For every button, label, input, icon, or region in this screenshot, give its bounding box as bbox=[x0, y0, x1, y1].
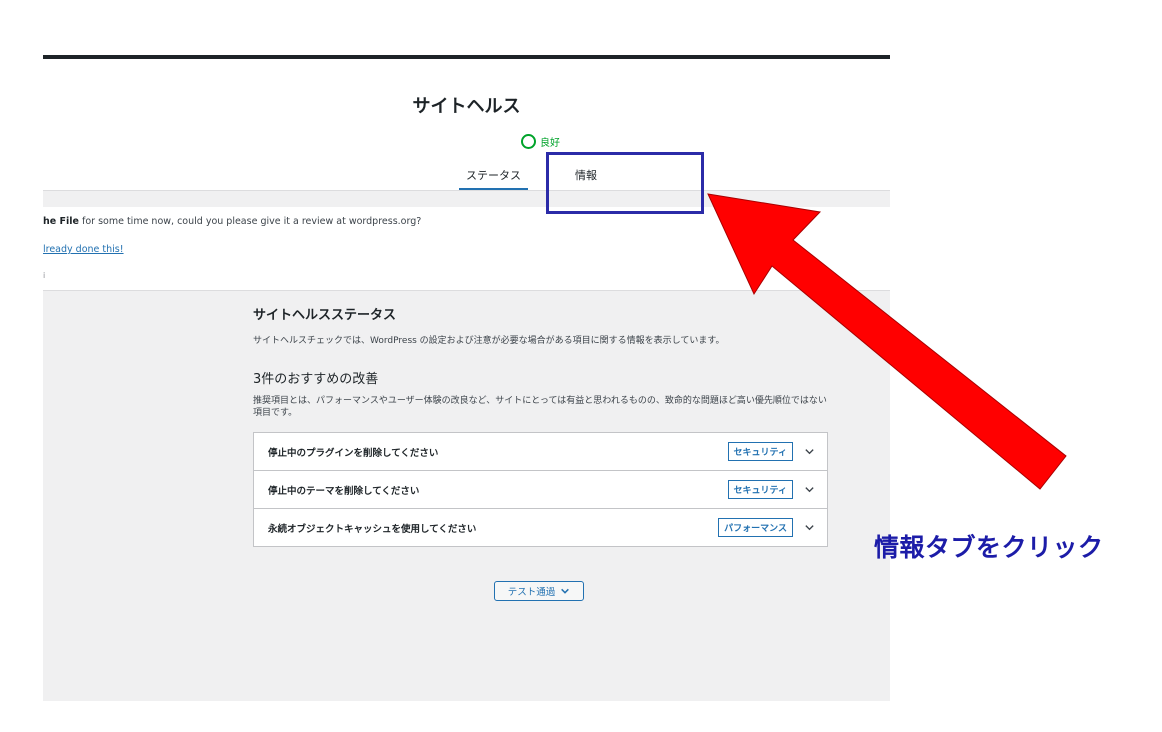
review-notice-message: for some time now, could you please give… bbox=[78, 216, 422, 227]
recommendation-badge: セキュリティ bbox=[727, 442, 793, 461]
recommendation-badge: セキュリティ bbox=[727, 480, 793, 499]
recommendation-label: 停止中のテーマを削除してください bbox=[268, 485, 420, 497]
notice-fragment: i bbox=[43, 271, 46, 280]
recommendation-item[interactable]: 永続オブジェクトキャッシュを使用してください パフォーマンス bbox=[254, 509, 827, 546]
info-tab-highlight-box bbox=[546, 152, 704, 214]
tab-status[interactable]: ステータス bbox=[459, 167, 528, 191]
recommendation-badge: パフォーマンス bbox=[718, 518, 793, 537]
health-status-label: 良好 bbox=[540, 138, 560, 149]
site-health-content: サイトヘルスステータス サイトヘルスチェックでは、WordPress の設定およ… bbox=[43, 290, 890, 701]
review-notice-text: he File for some time now, could you ple… bbox=[43, 216, 421, 227]
good-status-icon bbox=[521, 134, 536, 149]
status-section-title: サイトヘルスステータス bbox=[253, 308, 397, 323]
recommendation-label: 停止中のプラグインを削除してください bbox=[268, 447, 439, 459]
notice-separator bbox=[43, 190, 890, 207]
chevron-down-icon[interactable] bbox=[804, 484, 815, 495]
plugin-name: he File bbox=[43, 216, 79, 227]
site-health-header: サイトヘルス 良好 ステータス 情報 bbox=[43, 59, 890, 191]
passed-tests-label: テスト通過 bbox=[507, 587, 556, 598]
status-section-description: サイトヘルスチェックでは、WordPress の設定および注意が必要な場合がある… bbox=[253, 336, 725, 346]
recommendation-item[interactable]: 停止中のプラグインを削除してください セキュリティ bbox=[254, 433, 827, 471]
chevron-down-icon bbox=[561, 588, 570, 594]
callout-text: 情報タブをクリック bbox=[874, 533, 1104, 562]
recommendation-item[interactable]: 停止中のテーマを削除してください セキュリティ bbox=[254, 471, 827, 509]
screenshot-stage: サイトヘルス 良好 ステータス 情報 he File for some time… bbox=[0, 0, 1162, 732]
chevron-down-icon[interactable] bbox=[804, 522, 815, 533]
recommendation-label: 永続オブジェクトキャッシュを使用してください bbox=[268, 523, 477, 535]
passed-tests-button[interactable]: テスト通過 bbox=[494, 581, 584, 601]
already-done-link[interactable]: lready done this! bbox=[43, 244, 124, 255]
chevron-down-icon[interactable] bbox=[804, 446, 815, 457]
recommendations-list: 停止中のプラグインを削除してください セキュリティ 停止中のテーマを削除してくだ… bbox=[253, 432, 828, 547]
recommendations-description: 推奨項目とは、パフォーマンスやユーザー体験の改良など、サイトにとっては有益と思わ… bbox=[253, 396, 827, 418]
recommendations-title: 3件のおすすめの改善 bbox=[253, 372, 379, 387]
review-notice: he File for some time now, could you ple… bbox=[43, 207, 890, 289]
health-status: 良好 bbox=[521, 134, 560, 149]
page-title: サイトヘルス bbox=[412, 96, 521, 117]
